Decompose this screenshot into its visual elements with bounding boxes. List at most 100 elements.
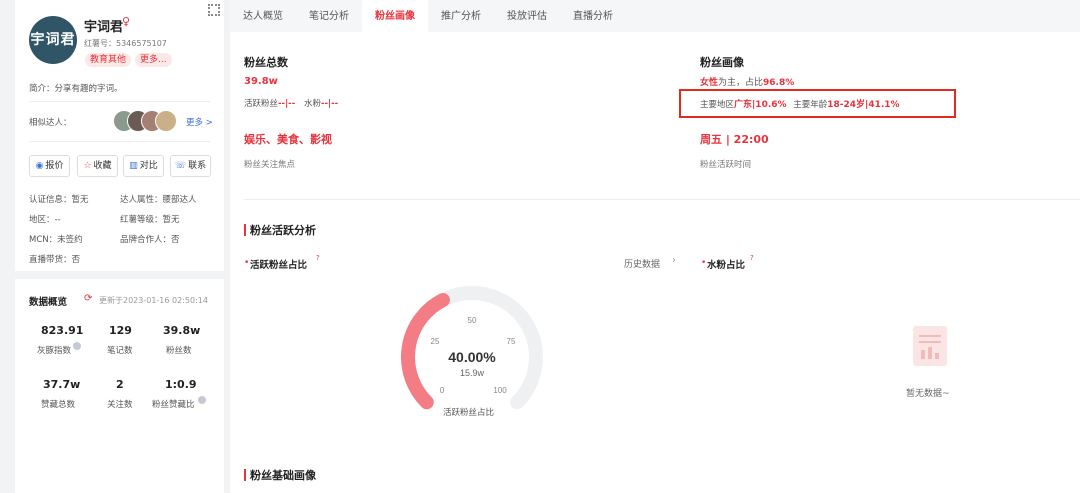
help-icon[interactable]: ? [750,254,754,262]
info-attribute: 达人属性：腰部达人 [120,195,197,205]
overview-title: 数据概览 [29,297,68,308]
water-ratio-title: 水粉占比 [707,260,746,271]
stat-value: 2 [116,378,124,391]
gauge-fill [401,292,450,410]
profile-bio: 简介：分享有趣的字词。 [29,84,123,94]
basic-section-title: 粉丝基础画像 [250,469,316,482]
tab-notes[interactable]: 笔记分析 [296,0,362,32]
quote-button[interactable]: ◉ 报价 [29,155,70,177]
region-age-row: 主要地区广东|10.6% 主要年龄18-24岁|41.1% [700,97,900,110]
age-label: 主要年龄 [793,100,828,110]
gender-mid: 为主，占比 [718,78,764,88]
phone-icon: ☏ [174,161,187,171]
divider [29,141,210,142]
gender-pct: 96.8% [763,78,795,88]
tab-evaluation[interactable]: 投放评估 [494,0,560,32]
active-time-label: 粉丝活跃时间 [700,160,752,170]
activity-section-title: 粉丝活跃分析 [250,224,316,237]
fans-total-title: 粉丝总数 [244,56,288,69]
active-fans-value: --|-- [278,99,296,109]
quote-icon: ◉ [35,161,44,171]
info-brand-partner: 品牌合作人：否 [120,235,180,245]
star-icon: ☆ [83,161,92,171]
fans-focus-value: 娱乐、美食、影视 [244,133,332,146]
similar-avatars[interactable] [113,110,183,134]
water-fans-value: --|-- [320,99,339,109]
tab-promotion[interactable]: 推广分析 [428,0,494,32]
help-icon[interactable]: ? [316,254,320,262]
fans-total-value: 39.8w [244,76,278,87]
section-divider [15,271,224,279]
stat-label: 赞藏总数 [41,400,76,410]
empty-data-icon [913,326,947,366]
empty-data-text: 暂无数据~ [906,389,950,399]
similar-label: 相似达人： [29,118,72,128]
active-fans-label: 活跃粉丝 [244,99,279,109]
profile-name: 宇词君 [84,20,124,35]
gauge-tick: 50 [468,316,477,325]
divider [29,101,210,102]
region-label: 主要地区 [700,100,735,110]
gender-value: 女性 [700,78,719,88]
profile-id: 红薯号：5346575107 [84,39,167,48]
avatar[interactable]: 宇词君 [29,16,77,64]
info-region: 地区：-- [29,215,61,225]
region-value: 广东|10.6% [734,100,787,110]
more-tags-button[interactable]: 更多... [135,53,172,67]
favorite-button[interactable]: ☆ 收藏 [77,155,118,177]
similar-avatar[interactable] [155,110,177,132]
qrcode-icon[interactable] [208,4,220,16]
tab-live[interactable]: 直播分析 [560,0,626,32]
stat-value: 129 [109,324,132,337]
stat-value: 39.8w [163,324,201,337]
gauge-tick: 100 [493,386,507,395]
gender-row: 女性为主，占比96.8% [700,75,794,88]
info-level: 红薯等级：暂无 [120,215,180,225]
female-icon: ♀ [122,15,131,28]
stat-label: 灰豚指数 [37,346,72,356]
gauge-tick: 25 [431,337,440,346]
section-marker [244,224,246,236]
stat-label: 粉丝赞藏比 [152,400,195,410]
section-marker [244,469,246,481]
chevron-right-icon[interactable]: › [672,255,676,266]
bullet-dot: • [244,258,250,268]
age-value: 18-24岁|41.1% [827,100,900,110]
stat-label: 笔记数 [107,346,133,356]
stat-label: 关注数 [107,400,133,410]
main-panel: 达人概览 笔记分析 粉丝画像 推广分析 投放评估 直播分析 粉丝总数 39.8w… [230,0,1080,493]
portrait-title: 粉丝画像 [700,56,744,69]
divider [244,199,1080,200]
contact-button[interactable]: ☏ 联系 [170,155,211,177]
info-mcn: MCN：未签约 [29,235,83,245]
page: 宇词君 宇词君 ♀ 红薯号：5346575107 教育其他 更多... 简介：分… [0,0,1080,493]
refresh-icon[interactable]: ⟳ [84,293,92,304]
tab-fans[interactable]: 粉丝画像 [362,0,428,32]
water-fans-label: 水粉 [303,99,321,109]
tab-overview[interactable]: 达人概览 [230,0,296,32]
fans-focus-label: 粉丝关注焦点 [244,160,296,170]
gauge-sub: 15.9w [460,368,485,378]
profile-panel: 宇词君 宇词君 ♀ 红薯号：5346575107 教育其他 更多... 简介：分… [15,0,224,493]
gauge-value: 40.00% [448,349,496,365]
info-icon[interactable] [198,396,206,404]
stat-value: 37.7w [43,378,81,391]
info-live-goods: 直播带货：否 [29,255,81,265]
active-fans-gauge: 0 25 50 75 100 40.00% 15.9w [401,285,543,410]
active-ratio-title: 活跃粉丝占比 [250,260,308,271]
info-icon[interactable] [73,342,81,350]
compare-icon: ▥ [129,161,138,171]
gauge-tick: 75 [507,337,516,346]
stat-value: 1:0.9 [165,378,197,391]
category-tag[interactable]: 教育其他 [85,53,132,67]
history-data-link[interactable]: 历史数据 [624,257,660,270]
active-time-value: 周五 | 22:00 [700,133,769,146]
gauge-tick: 0 [440,386,445,395]
fans-active-row: 活跃粉丝--|-- 水粉--|-- [244,97,338,109]
gauge-caption: 活跃粉丝占比 [443,408,495,418]
stat-value: 823.91 [41,324,84,337]
bullet-dot: • [701,258,707,268]
similar-more-link[interactable]: 更多 > [186,116,213,128]
overview-updated: 更新于2023-01-16 02:50:14 [99,296,208,305]
compare-button[interactable]: ▥ 对比 [123,155,164,177]
